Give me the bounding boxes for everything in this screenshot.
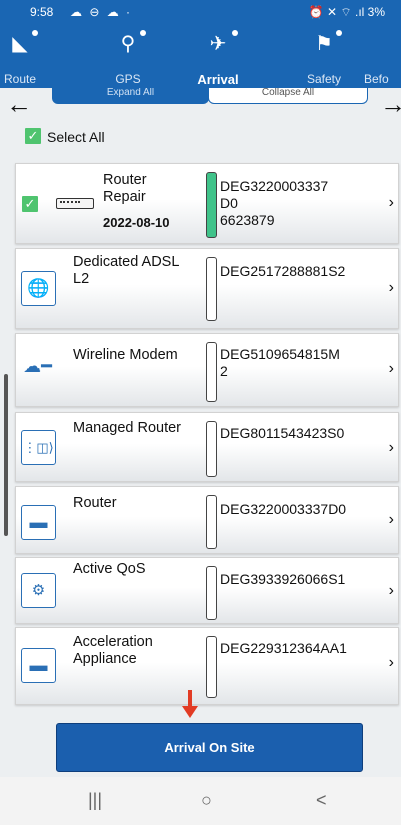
scroll-edge-indicator — [4, 374, 8, 536]
arrival-on-site-button[interactable]: Arrival On Site — [56, 723, 363, 772]
qos-gears-icon: ⚙ — [21, 573, 56, 608]
recent-apps-button[interactable]: ||| — [88, 790, 102, 811]
status-time: 9:58 — [30, 5, 54, 19]
list-item-dedicated-adsl[interactable]: 🌐 Dedicated ADSL L2 DEG2517288881S2 › — [15, 248, 399, 329]
back-arrow-icon[interactable]: ← — [6, 89, 32, 120]
tab-arrival-label: Arrival — [197, 72, 239, 87]
select-all-label: Select All — [47, 129, 105, 145]
managed-router-icon: ⋮◫⟩ — [21, 430, 56, 465]
item-name: Acceleration Appliance — [73, 634, 153, 667]
tab-route[interactable]: ◣ Route — [0, 24, 60, 88]
select-all-checkbox[interactable]: ✓ — [25, 128, 41, 144]
notification-dot — [232, 30, 238, 36]
android-nav-bar: ||| ○ < — [0, 777, 401, 825]
back-button[interactable]: < — [316, 790, 327, 811]
item-checkbox[interactable]: ✓ — [22, 196, 38, 212]
chevron-right-icon[interactable]: › — [389, 511, 394, 529]
globe-icon: 🌐 — [21, 271, 56, 306]
tab-route-label: Route — [3, 72, 37, 86]
collapse-all-button[interactable]: Collapse All — [208, 88, 368, 104]
notification-dot — [32, 30, 38, 36]
traffic-light-icon: ⚑ — [315, 33, 333, 55]
item-serial: DEG229312364AA1 — [220, 640, 347, 656]
tab-arrival[interactable]: ✈ Arrival — [178, 24, 258, 88]
item-date: 2022-08-10 — [103, 215, 170, 230]
item-name: Router Repair — [103, 172, 147, 205]
status-bar: 9:58 ☁ ⊖ ☁ · ⏰ ✕ ⌔ .ıl 3% — [0, 0, 401, 24]
item-name: Router — [73, 495, 117, 511]
status-right-icons: ⏰ ✕ ⌔ .ıl 3% — [308, 5, 385, 19]
chevron-right-icon[interactable]: › — [389, 654, 394, 672]
notification-dot — [336, 30, 342, 36]
route-icon: ◣ — [12, 33, 28, 55]
item-name: Dedicated ADSL L2 — [73, 254, 180, 287]
status-bar-indicator — [206, 257, 217, 321]
list-item-managed-router[interactable]: ⋮◫⟩ Managed Router DEG8011543423S0 › — [15, 412, 399, 482]
item-serial: DEG8011543423S0 — [220, 425, 345, 441]
router-device-icon — [50, 194, 100, 214]
item-name: Active QoS — [73, 561, 146, 577]
tab-safety[interactable]: ⚑ Safety — [284, 24, 364, 88]
tab-bar: ◣ Route ⚲ GPS ✈ Arrival ⚑ Safety Befo — [0, 24, 401, 88]
tab-before[interactable]: Befo — [364, 24, 401, 88]
item-serial: DEG3220003337 D0 6623879 — [220, 178, 329, 228]
item-name: Managed Router — [73, 420, 182, 436]
chevron-right-icon[interactable]: › — [389, 360, 394, 378]
tab-safety-label: Safety — [306, 72, 342, 86]
status-bar-indicator — [206, 636, 217, 698]
forward-arrow-icon[interactable]: → — [380, 89, 401, 120]
status-bar-indicator — [206, 342, 217, 402]
status-icons: ☁ ⊖ ☁ · — [70, 5, 133, 19]
list-item-router-repair[interactable]: ✓ Router Repair 2022-08-10 DEG3220003337… — [15, 163, 399, 244]
list-item-active-qos[interactable]: ⚙ Active QoS DEG3933926066S1 › — [15, 557, 399, 624]
item-serial: DEG3933926066S1 — [220, 571, 346, 587]
tab-before-label: Befo — [364, 72, 389, 86]
router-icon: ▬ — [21, 505, 56, 540]
chevron-right-icon[interactable]: › — [389, 439, 394, 457]
chevron-right-icon[interactable]: › — [389, 194, 394, 212]
home-button[interactable]: ○ — [201, 790, 212, 811]
cloud-modem-icon: ☁━ — [23, 356, 52, 376]
list-item-wireline-modem[interactable]: ☁━ Wireline Modem DEG5109654815M 2 › — [15, 333, 399, 407]
chevron-right-icon[interactable]: › — [389, 279, 394, 297]
gps-pin-icon: ⚲ — [120, 33, 136, 55]
airplane-landing-icon: ✈ — [209, 33, 227, 55]
notification-dot — [140, 30, 146, 36]
status-bar-indicator — [206, 566, 217, 620]
annotation-arrow-head — [182, 706, 198, 718]
tab-gps[interactable]: ⚲ GPS — [88, 24, 168, 88]
item-serial: DEG5109654815M 2 — [220, 346, 340, 379]
item-name: Wireline Modem — [73, 347, 178, 363]
appliance-icon: ▬ — [21, 648, 56, 683]
status-bar-indicator — [206, 172, 217, 238]
chevron-right-icon[interactable]: › — [389, 582, 394, 600]
list-item-acceleration-appliance[interactable]: ▬ Acceleration Appliance DEG229312364AA1… — [15, 627, 399, 705]
tab-gps-label: GPS — [115, 72, 141, 86]
item-serial: DEG3220003337D0 — [220, 501, 347, 517]
expand-all-button[interactable]: Expand All — [52, 88, 209, 104]
item-serial: DEG2517288881S2 — [220, 263, 346, 279]
list-item-router[interactable]: ▬ Router DEG3220003337D0 › — [15, 486, 399, 554]
status-bar-indicator — [206, 495, 217, 549]
status-bar-indicator — [206, 421, 217, 477]
